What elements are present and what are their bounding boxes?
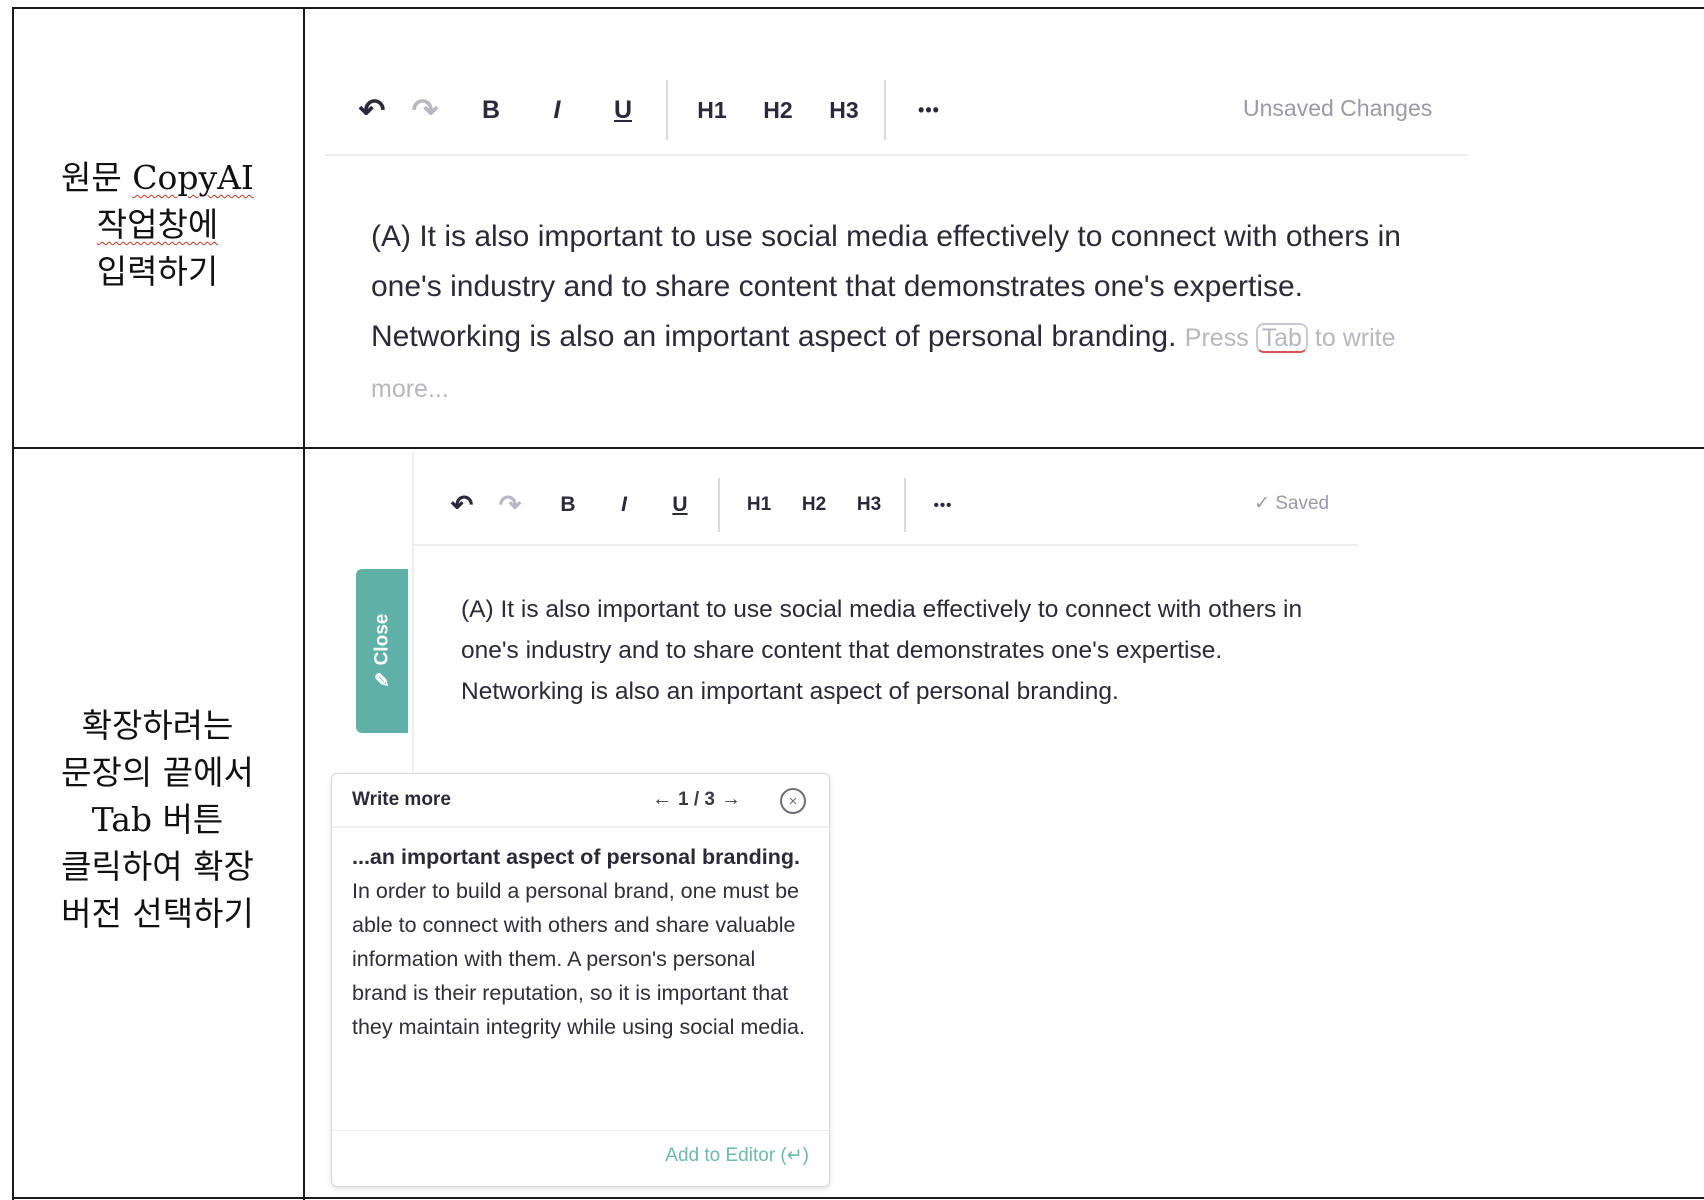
underline-button[interactable]: U bbox=[588, 96, 658, 125]
hint-prefix: Press bbox=[1184, 324, 1249, 352]
row1-label-line-2: 작업창에 bbox=[96, 205, 219, 244]
check-icon: ✓ bbox=[1254, 493, 1270, 514]
row2-label-line-4: 클릭하여 확장 bbox=[61, 847, 254, 886]
editor-content-2[interactable]: (A) It is also important to use social m… bbox=[461, 589, 1341, 712]
next-suggestion-icon[interactable]: → bbox=[721, 788, 741, 811]
table-row-divider bbox=[12, 447, 1704, 449]
editor-toolbar-1: ↶ ↷ B I U H1 H2 H3 ••• bbox=[350, 80, 952, 140]
save-status-text: Saved bbox=[1275, 493, 1330, 514]
editor-panel-border bbox=[412, 452, 414, 772]
add-to-editor-label: Add to Editor bbox=[665, 1145, 776, 1166]
write-more-popup: Write more ← 1 / 3 → × ...an important a… bbox=[331, 773, 830, 1187]
heading3-button[interactable]: H3 bbox=[842, 494, 896, 516]
bold-button[interactable]: B bbox=[540, 493, 596, 517]
bold-button[interactable]: B bbox=[456, 96, 526, 125]
row2-label: 확장하려는 문장의 끝에서 Tab 버튼 클릭하여 확장 버전 선택하기 bbox=[20, 702, 295, 937]
heading2-button[interactable]: H2 bbox=[744, 97, 812, 124]
heading3-button[interactable]: H3 bbox=[812, 97, 876, 124]
popup-title: Write more bbox=[352, 789, 451, 810]
row2-label-line-5: 버전 선택하기 bbox=[61, 894, 254, 933]
close-tab-inner: ✎ Close bbox=[371, 613, 394, 692]
suggestion-text: ...an important aspect of personal brand… bbox=[352, 840, 812, 1044]
pencil-icon: ✎ bbox=[374, 670, 390, 692]
popup-footer-divider bbox=[332, 1130, 829, 1131]
italic-button[interactable]: I bbox=[596, 493, 652, 517]
row2-label-line-2: 문장의 끝에서 bbox=[61, 753, 254, 792]
close-tab-button[interactable]: ✎ Close bbox=[356, 569, 408, 733]
tab-key-hint: Tab bbox=[1255, 323, 1308, 353]
redo-button[interactable]: ↷ bbox=[394, 91, 456, 129]
add-to-editor-button[interactable]: Add to Editor (↵) bbox=[665, 1144, 809, 1167]
toolbar-separator bbox=[884, 80, 886, 140]
row2-label-line-1: 확장하려는 bbox=[81, 706, 234, 745]
table-column-divider bbox=[303, 7, 305, 1200]
row1-label-word-copyai: CopyAI bbox=[132, 158, 254, 197]
close-popup-icon[interactable]: × bbox=[780, 788, 806, 814]
suggestion-continuation: In order to build a personal brand, one … bbox=[352, 879, 805, 1039]
suggestion-navigation: ← 1 / 3 → bbox=[652, 788, 741, 811]
editor-content-1[interactable]: (A) It is also important to use social m… bbox=[371, 212, 1461, 414]
redo-button[interactable]: ↷ bbox=[480, 490, 540, 521]
enter-key-icon: (↵) bbox=[780, 1145, 809, 1166]
toolbar-separator bbox=[904, 478, 906, 532]
underline-button[interactable]: U bbox=[652, 493, 708, 517]
save-status: Unsaved Changes bbox=[1243, 95, 1433, 121]
heading1-button[interactable]: H1 bbox=[680, 97, 744, 124]
row1-label-line-3: 입력하기 bbox=[96, 252, 219, 291]
undo-button[interactable]: ↶ bbox=[350, 91, 394, 129]
undo-button[interactable]: ↶ bbox=[444, 490, 480, 521]
row1-label-line-1: 원문 CopyAI bbox=[20, 154, 295, 201]
popup-header-divider bbox=[332, 826, 829, 828]
row1-label: 원문 CopyAI 작업창에 입력하기 bbox=[20, 154, 295, 295]
suggestion-counter: 1 / 3 bbox=[678, 788, 715, 810]
heading1-button[interactable]: H1 bbox=[732, 494, 786, 516]
italic-button[interactable]: I bbox=[526, 96, 588, 125]
previous-suggestion-icon[interactable]: ← bbox=[652, 788, 672, 811]
more-options-button[interactable]: ••• bbox=[926, 497, 960, 514]
row1-label-word-korean: 원문 bbox=[61, 158, 133, 197]
editor-paragraph: (A) It is also important to use social m… bbox=[461, 596, 1303, 705]
heading2-button[interactable]: H2 bbox=[786, 494, 842, 516]
suggestion-context: ...an important aspect of personal brand… bbox=[352, 845, 800, 869]
close-tab-label: Close bbox=[371, 613, 393, 665]
table-bottom-border bbox=[12, 1197, 1704, 1199]
editor-toolbar-2: ↶ ↷ B I U H1 H2 H3 ••• bbox=[444, 478, 960, 532]
toolbar-divider bbox=[325, 154, 1468, 156]
save-status: ✓ Saved bbox=[1254, 492, 1329, 515]
row2-label-line-3: Tab 버튼 bbox=[91, 800, 224, 839]
more-options-button[interactable]: ••• bbox=[906, 100, 952, 121]
toolbar-divider bbox=[413, 544, 1358, 546]
toolbar-separator bbox=[666, 80, 668, 140]
toolbar-separator bbox=[718, 478, 720, 532]
